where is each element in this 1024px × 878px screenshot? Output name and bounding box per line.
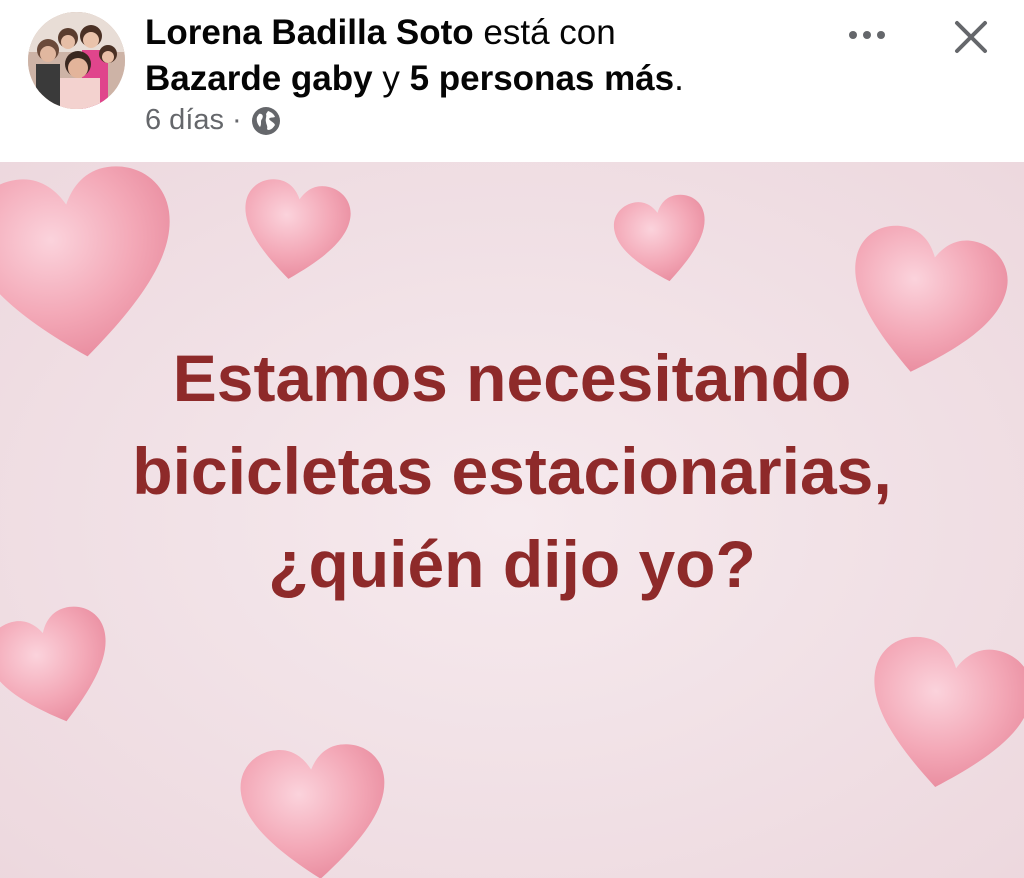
- globe-icon[interactable]: [250, 105, 282, 137]
- others-link[interactable]: 5 personas más: [410, 59, 675, 98]
- post-image[interactable]: Estamos necesitando bicicletas estaciona…: [0, 162, 1024, 878]
- more-options-icon[interactable]: [840, 18, 894, 52]
- period-text: .: [674, 59, 684, 98]
- tagged-name[interactable]: Bazarde gaby: [145, 59, 373, 98]
- author-name[interactable]: Lorena Badilla Soto: [145, 13, 474, 52]
- post-meta: 6 días ·: [145, 104, 282, 137]
- avatar-photo: [28, 12, 125, 109]
- post-time[interactable]: 6 días: [145, 104, 224, 137]
- post-header: Lorena Badilla Soto está con Bazarde gab…: [0, 0, 1024, 162]
- with-text: está con: [483, 13, 616, 52]
- meta-separator: ·: [232, 104, 242, 136]
- post-header-text: Lorena Badilla Soto está con Bazarde gab…: [145, 10, 845, 102]
- post-image-text: Estamos necesitando bicicletas estaciona…: [132, 341, 892, 601]
- close-icon[interactable]: [946, 12, 996, 62]
- connector-text: y: [382, 59, 400, 98]
- avatar[interactable]: [28, 12, 125, 109]
